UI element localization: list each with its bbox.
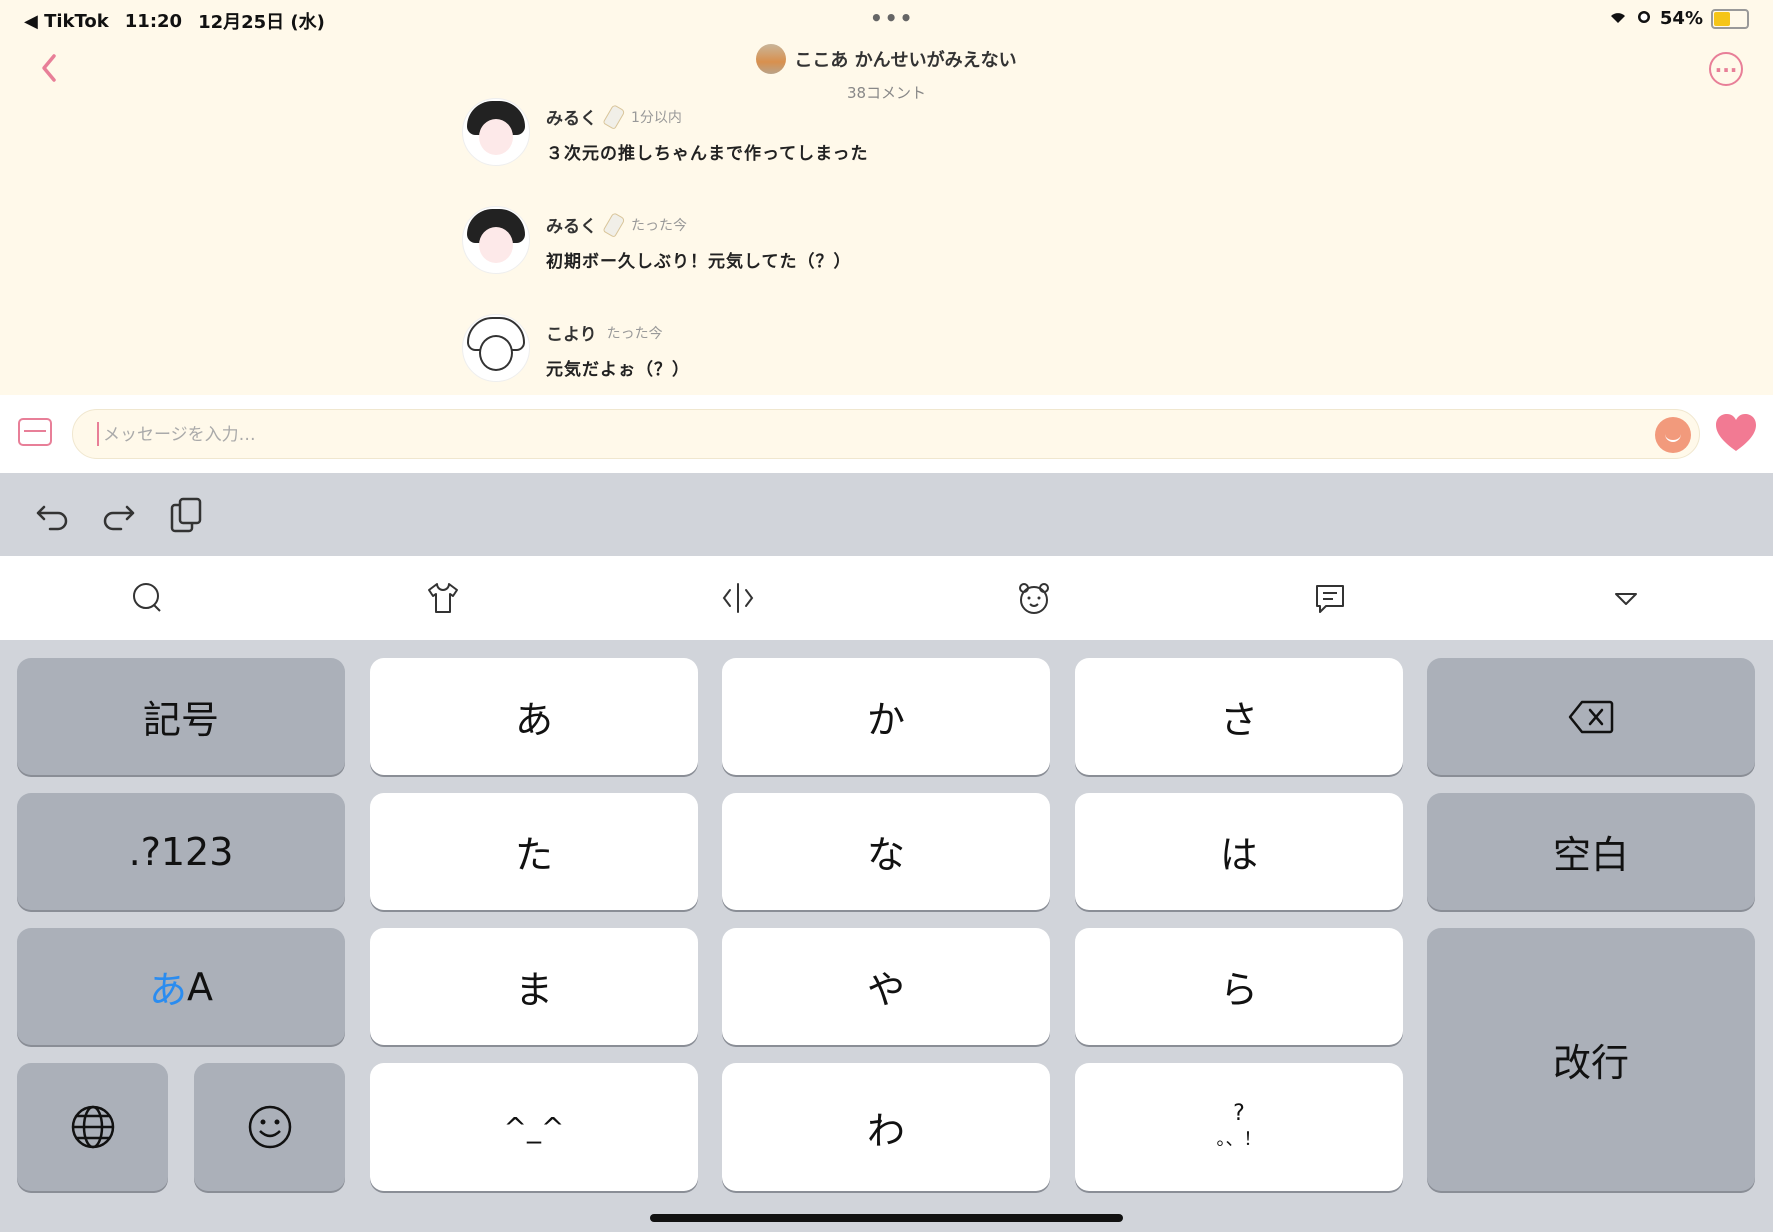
status-time: 11:20 [124,10,183,32]
avatar[interactable] [462,98,530,166]
punct-top-label: ? [1233,1101,1245,1126]
baby-bottle-icon [602,103,626,130]
more-options-icon[interactable]: ··· [1709,52,1743,86]
baby-bottle-icon [602,211,626,238]
space-key[interactable]: 空白 [1427,793,1755,910]
message-input[interactable] [101,418,1605,452]
status-date: 12月25日 (水) [198,12,325,33]
kaomoji-bear-icon[interactable] [1016,580,1052,616]
message-item: こより たった今 元気だよぉ（？） [462,314,690,382]
key-ra[interactable]: ら [1075,928,1403,1045]
key-ka[interactable]: か [722,658,1050,775]
emoji-smile-icon [248,1105,291,1149]
key-wa[interactable]: わ [722,1063,1050,1191]
keyboard-function-bar [0,556,1773,640]
keyboard-toolbar [0,473,1773,556]
undo-icon[interactable] [32,495,72,535]
message-text: 元気だよぉ（？） [546,360,690,380]
text-caret [97,422,99,446]
emoji-icon[interactable] [1655,417,1691,453]
message-textbox[interactable] [72,409,1700,459]
punct-bottom-label: 。、！ [1216,1129,1262,1150]
symbols-key[interactable]: 記号 [17,658,345,775]
message-text: 初期ボー久しぶり！元気してた（？） [546,252,852,272]
backspace-icon [1568,700,1614,733]
return-key[interactable]: 改行 [1427,928,1755,1191]
redo-icon[interactable] [99,495,139,535]
key-ma[interactable]: ま [370,928,698,1045]
chat-header: ここあ かんせいがみえない 38コメント [0,44,1773,103]
mode-kana-label: あ [148,968,187,1012]
group-avatar[interactable] [756,44,787,74]
message-author: こより [546,325,597,345]
kaomoji-key[interactable]: ^_^ [370,1063,698,1191]
search-icon[interactable] [130,580,166,616]
alarm-icon [1636,8,1652,29]
delete-key[interactable] [1427,658,1755,775]
message-input-bar [0,395,1773,473]
hide-keyboard-icon[interactable] [1608,580,1644,616]
battery-icon [1711,8,1749,29]
message-time: たった今 [606,325,663,342]
key-na[interactable]: な [722,793,1050,910]
avatar[interactable] [462,314,530,382]
globe-icon [71,1105,114,1149]
status-bar: ◀ TikTok 11:20 12月25日 (水) ••• 54% [0,0,1773,36]
number-mode-key[interactable]: .?123 [17,793,345,910]
comment-count: 38コメント [846,84,927,102]
message-time: たった今 [631,217,687,234]
emoji-key[interactable] [194,1063,345,1191]
message-time: 1分以内 [631,109,682,126]
multitasking-dots-icon[interactable]: ••• [870,6,914,30]
key-a[interactable]: あ [370,658,698,775]
cursor-move-icon[interactable] [720,580,756,616]
battery-percent: 54% [1659,8,1703,29]
avatar[interactable] [462,206,530,274]
heart-icon[interactable] [1714,413,1758,453]
kana-keyboard: 記号 あ か さ .?123 た な は 空白 あA ま や ら 改行 ^_^ … [0,640,1773,1232]
back-to-app-link[interactable]: ◀ TikTok [24,11,109,32]
key-ha[interactable]: は [1075,793,1403,910]
message-item: みるく 1分以内 ３次元の推しちゃんまで作ってしまった [462,98,868,166]
punctuation-key[interactable]: ? 。、！ [1075,1063,1403,1191]
key-ya[interactable]: や [722,928,1050,1045]
message-item: みるく たった今 初期ボー久しぶり！元気してた（？） [462,206,852,274]
input-mode-key[interactable]: あA [17,928,345,1045]
mode-latin-label: A [187,964,213,1009]
message-text: ３次元の推しちゃんまで作ってしまった [546,144,869,164]
fixed-phrase-icon[interactable] [1312,580,1348,616]
message-author: みるく [546,109,597,129]
message-author: みるく [546,217,597,237]
clipboard-paste-icon[interactable] [166,495,206,535]
theme-shirt-icon[interactable] [425,580,461,616]
chat-title: ここあ かんせいがみえない [794,50,1017,71]
wifi-icon [1608,8,1628,29]
globe-key[interactable] [17,1063,168,1191]
image-icon[interactable] [18,418,52,446]
home-indicator[interactable] [650,1214,1123,1222]
key-ta[interactable]: た [370,793,698,910]
key-sa[interactable]: さ [1075,658,1403,775]
chat-area: ◀ TikTok 11:20 12月25日 (水) ••• 54% ここあ かん… [0,0,1773,395]
